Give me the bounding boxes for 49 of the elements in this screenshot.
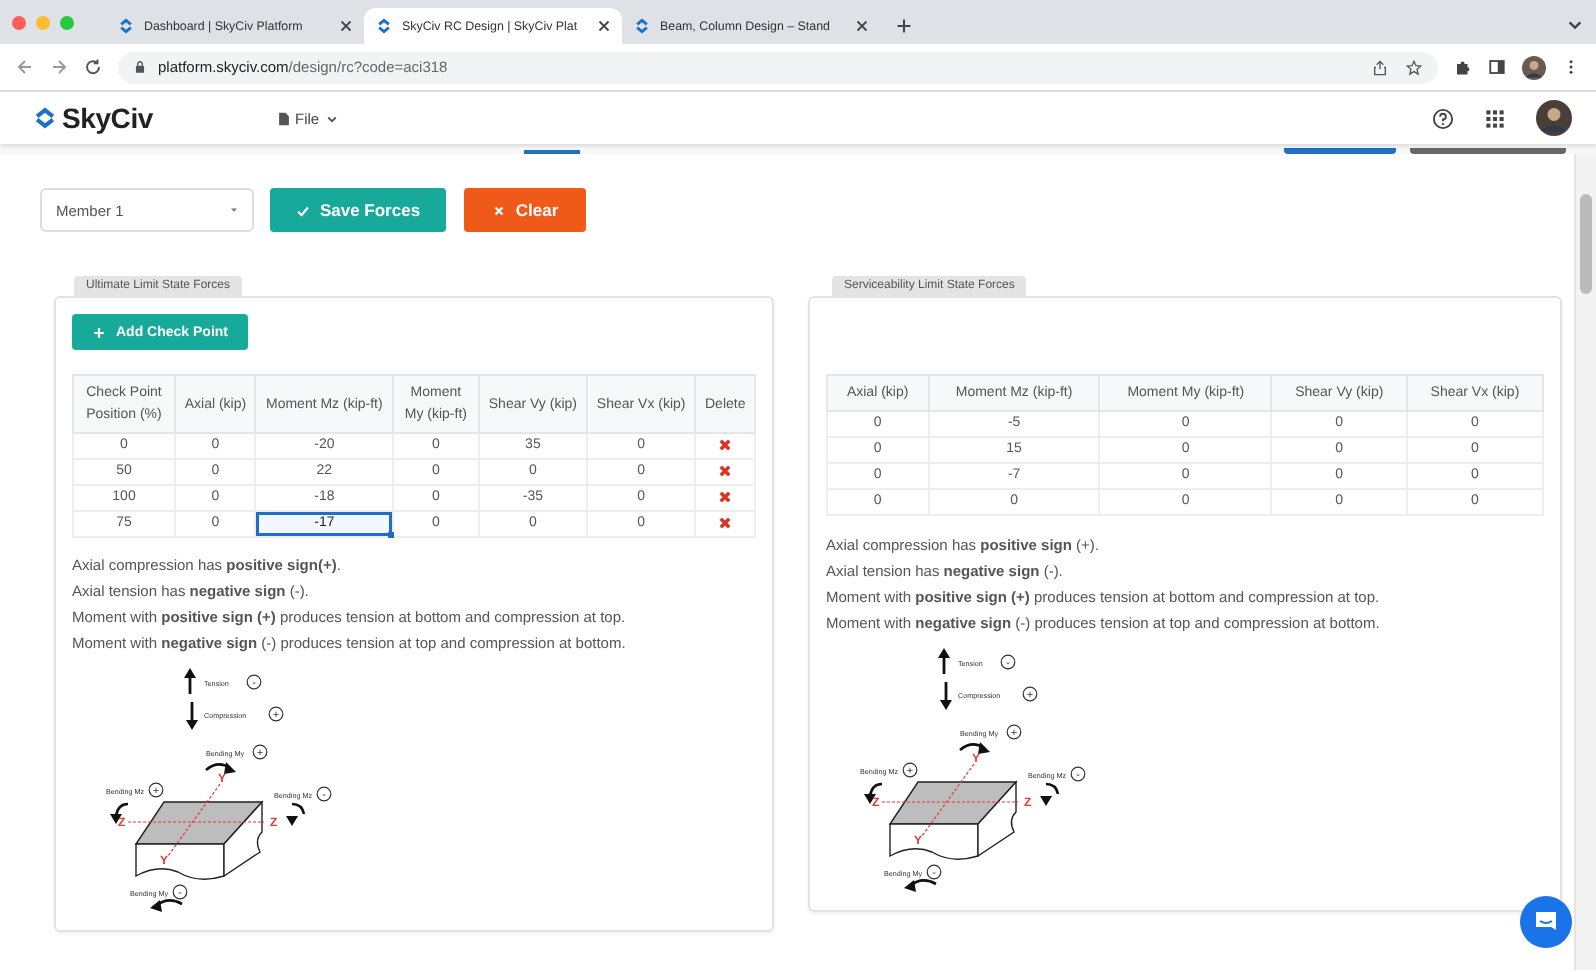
share-icon[interactable] bbox=[1372, 59, 1388, 75]
apps-grid-icon[interactable] bbox=[1484, 107, 1506, 129]
document-icon bbox=[277, 111, 289, 125]
delete-icon[interactable] bbox=[718, 515, 733, 530]
new-tab-icon[interactable] bbox=[896, 18, 912, 34]
scrollbar[interactable] bbox=[1574, 154, 1596, 970]
curved-arrow-icon bbox=[110, 802, 129, 824]
logo-text: SkyCiv bbox=[62, 102, 153, 134]
back-icon[interactable] bbox=[16, 58, 34, 76]
chat-icon[interactable] bbox=[1520, 896, 1572, 948]
down-arrow-icon bbox=[940, 682, 952, 710]
help-icon[interactable] bbox=[1432, 107, 1454, 129]
close-icon[interactable] bbox=[598, 20, 610, 32]
curved-arrow-icon bbox=[904, 879, 937, 892]
curved-arrow-icon bbox=[150, 899, 183, 912]
logo-icon bbox=[34, 106, 56, 130]
close-icon[interactable] bbox=[856, 20, 868, 32]
up-arrow-icon bbox=[184, 668, 196, 694]
curved-arrow-icon bbox=[1040, 782, 1060, 806]
close-icon[interactable] bbox=[340, 20, 352, 32]
logo-icon bbox=[634, 18, 650, 34]
puzzle-icon[interactable] bbox=[1454, 58, 1472, 76]
reload-icon[interactable] bbox=[84, 58, 102, 76]
caret-icon bbox=[325, 111, 338, 125]
close-icon bbox=[491, 203, 506, 217]
check-icon bbox=[295, 203, 310, 217]
curved-arrow-icon bbox=[286, 802, 306, 826]
logo-icon bbox=[376, 18, 392, 34]
sidebar-icon[interactable] bbox=[1488, 58, 1506, 76]
forward-icon[interactable] bbox=[50, 58, 68, 76]
avatar-icon[interactable] bbox=[1536, 100, 1572, 136]
delete-icon[interactable] bbox=[718, 489, 733, 504]
star-icon[interactable] bbox=[1406, 59, 1422, 75]
caret-icon bbox=[228, 204, 240, 216]
beam-section-drawing bbox=[888, 781, 1018, 860]
plus-icon bbox=[92, 325, 106, 339]
delete-icon[interactable] bbox=[718, 463, 733, 478]
tab-underline bbox=[524, 150, 580, 154]
delete-icon[interactable] bbox=[718, 437, 733, 452]
logo-icon bbox=[118, 18, 134, 34]
curved-arrow-icon bbox=[864, 782, 883, 804]
curved-arrow-icon bbox=[205, 762, 236, 774]
lock-icon bbox=[134, 60, 146, 74]
beam-section-drawing bbox=[134, 801, 264, 880]
down-arrow-icon bbox=[186, 702, 198, 730]
curved-arrow-icon bbox=[959, 742, 990, 754]
up-arrow-icon bbox=[938, 648, 950, 674]
chevron-down-icon[interactable] bbox=[1566, 16, 1584, 34]
avatar-icon[interactable] bbox=[1522, 55, 1546, 79]
